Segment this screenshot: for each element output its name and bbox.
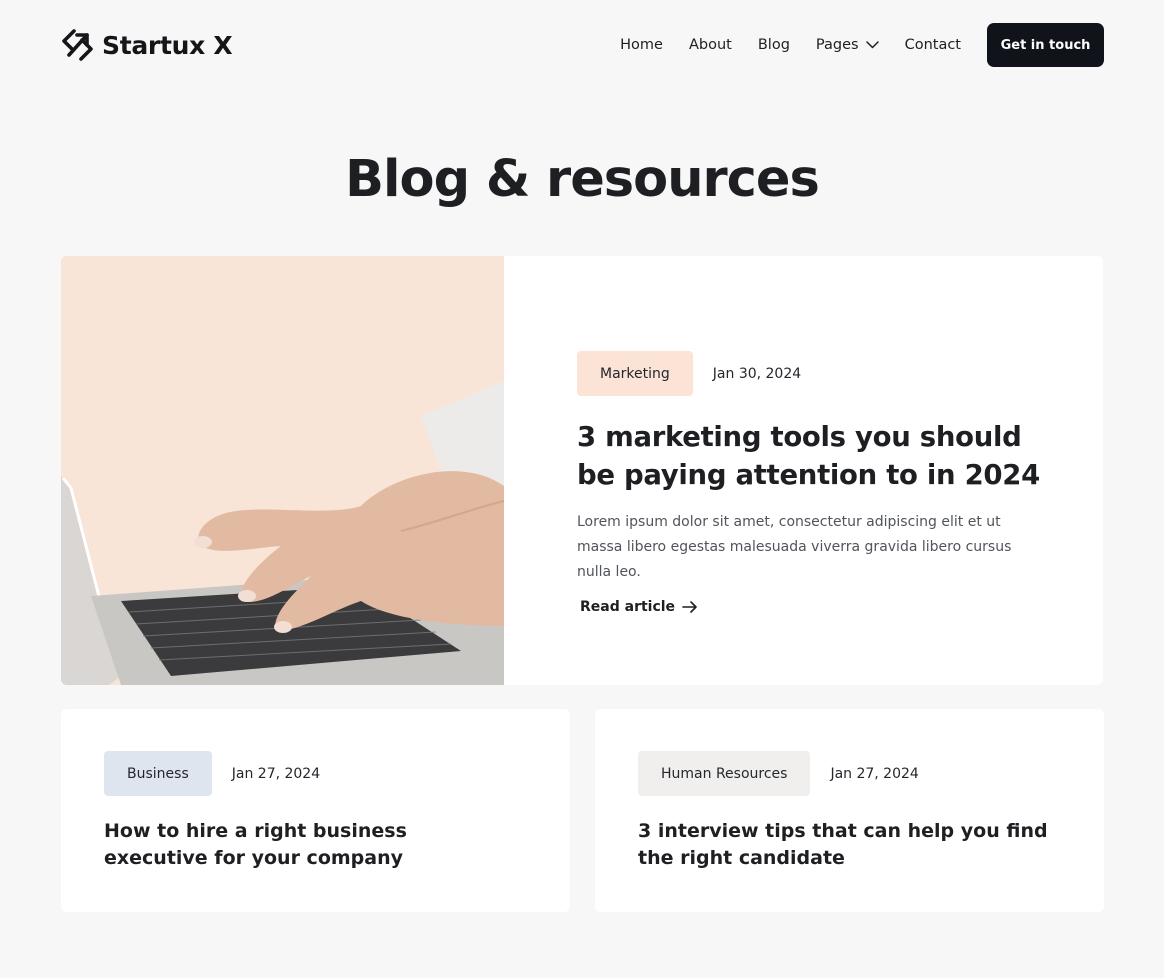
startux-logo-icon xyxy=(62,29,93,61)
nav-item-about[interactable]: About xyxy=(689,37,732,53)
featured-post-card: Marketing Jan 30, 2024 3 marketing tools… xyxy=(61,256,1103,685)
post-card: Business Jan 27, 2024 How to hire a righ… xyxy=(61,709,570,912)
brand-name: Startux X xyxy=(102,30,233,60)
nav-item-blog[interactable]: Blog xyxy=(758,37,790,53)
post-meta: Business Jan 27, 2024 xyxy=(104,751,570,796)
featured-post-content: Marketing Jan 30, 2024 3 marketing tools… xyxy=(504,256,1047,685)
post-card: Human Resources Jan 27, 2024 3 interview… xyxy=(595,709,1104,912)
nav-item-home[interactable]: Home xyxy=(620,37,663,53)
brand-logo[interactable]: Startux X xyxy=(61,27,233,63)
category-tag[interactable]: Business xyxy=(104,751,212,796)
blog-page: Startux X Home About Blog Pages Contact … xyxy=(0,0,1164,978)
get-in-touch-button[interactable]: Get in touch xyxy=(987,23,1104,67)
nav-item-pages-label: Pages xyxy=(815,37,859,53)
post-date: Jan 27, 2024 xyxy=(830,765,919,782)
chevron-down-icon xyxy=(865,41,879,49)
hands-typing-on-laptop-illustration xyxy=(61,256,504,685)
post-title[interactable]: How to hire a right business executive f… xyxy=(104,818,514,872)
main-nav: Home About Blog Pages Contact Get in tou… xyxy=(620,23,1104,67)
arrow-right-icon xyxy=(682,601,697,613)
post-date: Jan 30, 2024 xyxy=(712,365,802,382)
post-meta: Human Resources Jan 27, 2024 xyxy=(638,751,1104,796)
featured-post-excerpt: Lorem ipsum dolor sit amet, consectetur … xyxy=(577,514,1012,580)
nav-item-pages[interactable]: Pages xyxy=(816,37,879,53)
read-article-label: Read article xyxy=(580,599,676,615)
featured-post-meta: Marketing Jan 30, 2024 xyxy=(577,351,1047,396)
site-header: Startux X Home About Blog Pages Contact … xyxy=(61,22,1104,68)
featured-post-title[interactable]: 3 marketing tools you should be paying a… xyxy=(577,418,1047,494)
category-tag[interactable]: Marketing xyxy=(577,351,693,396)
post-date: Jan 27, 2024 xyxy=(231,765,321,782)
featured-post-image[interactable] xyxy=(61,256,504,685)
read-article-link[interactable]: Read article xyxy=(580,599,698,615)
nav-item-contact[interactable]: Contact xyxy=(905,37,961,53)
post-title[interactable]: 3 interview tips that can help you find … xyxy=(638,818,1048,872)
page-title: Blog & resources xyxy=(345,150,820,209)
category-tag[interactable]: Human Resources xyxy=(638,751,811,796)
